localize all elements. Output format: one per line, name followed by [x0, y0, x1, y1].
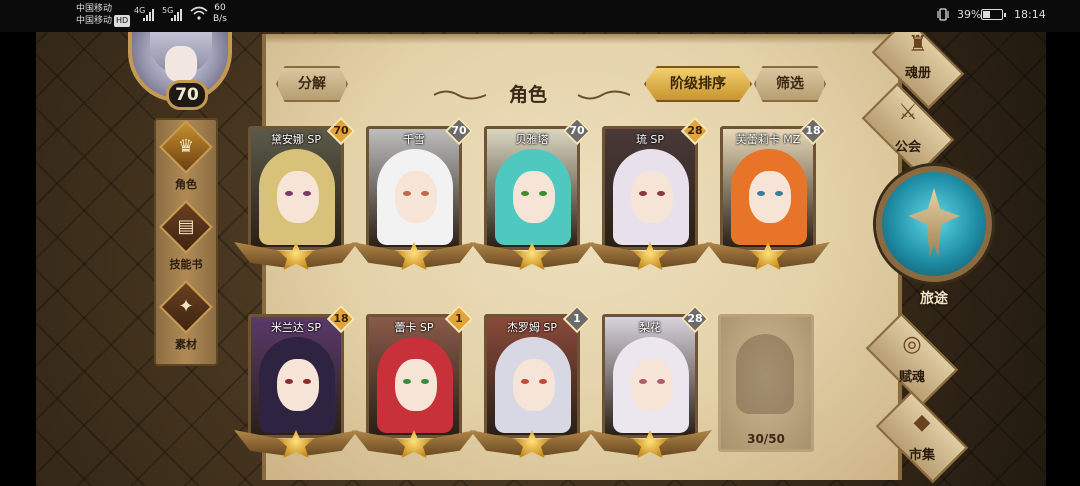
character-level-badge: 70 [444, 116, 474, 146]
nav-label: 角色 [175, 178, 197, 191]
signal-icon [171, 9, 185, 21]
soul-book-button[interactable]: ♜ 魂册 [862, 32, 974, 110]
character-card[interactable]: 贝雅塔 70 [470, 116, 594, 276]
character-count: 30/50 [747, 432, 785, 446]
rank-crest-icon [352, 238, 476, 276]
spiral-icon: ◎ [902, 332, 922, 357]
character-card[interactable]: 芙蕾莉卡 MZ 18 [706, 116, 830, 276]
filter-button[interactable]: 筛选 [754, 66, 826, 102]
player-level: 70 [166, 80, 208, 110]
ornament-right [577, 90, 631, 100]
character-level: 1 [573, 312, 581, 325]
character-level: 1 [455, 312, 463, 325]
character-portrait: 千雪 [366, 126, 462, 250]
nav-item-materials[interactable]: ✦ 素材 [156, 280, 216, 356]
guild-label: 公会 [894, 140, 921, 155]
signal-icon [143, 9, 157, 21]
soul-book-icon: ♜ [908, 32, 928, 57]
character-level-badge: 70 [562, 116, 592, 146]
clock: 18:14 [1014, 8, 1046, 21]
character-level-badge: 18 [798, 116, 828, 146]
character-card[interactable]: 蕾卡 SP 1 [352, 304, 476, 464]
nav-item-skill-books[interactable]: ▤ 技能书 [156, 200, 216, 276]
carrier-info: 中国移动 中国移动 HD [76, 3, 131, 27]
game-screen: 70 ♛ 角色 ▤ 技能书 ✦ 素材 分解 角色 阶级排序 筛选 黛安娜 SP 7… [36, 32, 1046, 486]
net-speed: 60 B/s [213, 3, 227, 25]
character-portrait: 杰罗姆 SP [484, 314, 580, 438]
character-level: 28 [687, 312, 703, 325]
net-speed-unit: B/s [213, 14, 227, 24]
character-level-badge: 28 [680, 304, 710, 334]
material-icon: ✦ [178, 296, 194, 317]
rank-crest-icon [706, 238, 830, 276]
character-level: 70 [451, 124, 467, 137]
skill-book-icon: ▤ [177, 216, 195, 237]
vibrate-icon [937, 8, 949, 21]
character-portrait: 米兰达 SP [248, 314, 344, 438]
carrier-label-1: 中国移动 [76, 4, 113, 14]
rank-sort-button[interactable]: 阶级排序 [644, 66, 752, 102]
nav-label: 素材 [175, 338, 197, 351]
market-label: 市集 [908, 448, 935, 463]
character-level-badge: 1 [562, 304, 592, 334]
net-speed-value: 60 [214, 3, 226, 13]
rank-crest-icon [352, 426, 476, 464]
character-card[interactable]: 黛安娜 SP 70 [234, 116, 358, 276]
character-level-badge: 70 [326, 116, 356, 146]
character-level: 28 [687, 124, 703, 137]
battery-percent: 39% [957, 8, 982, 21]
page-title: 角色 [508, 84, 547, 106]
battery-icon [981, 9, 1006, 20]
nav-item-characters[interactable]: ♛ 角色 [156, 120, 216, 196]
character-crest-icon: ♛ [177, 136, 195, 157]
character-card[interactable]: 米兰达 SP 18 [234, 304, 358, 464]
character-level: 70 [333, 124, 349, 137]
character-portrait: 蕾卡 SP [366, 314, 462, 438]
character-portrait: 琉 SP [602, 126, 698, 250]
carrier-label-2: 中国移动 [76, 16, 113, 26]
character-level: 18 [333, 312, 349, 325]
guild-icon: ⚔ [898, 100, 918, 125]
soul-book-label: 魂册 [904, 66, 931, 81]
character-portrait: 贝雅塔 [484, 126, 580, 250]
rank-crest-icon [234, 238, 358, 276]
hd-badge: HD [114, 15, 131, 27]
market-button[interactable]: ◆ 市集 [866, 390, 978, 484]
character-level-badge: 18 [326, 304, 356, 334]
character-portrait: 梨花 [602, 314, 698, 438]
character-card[interactable]: 千雪 70 [352, 116, 476, 276]
journey-label: 旅途 [920, 291, 948, 307]
empty-character-slot: 30/50 [718, 314, 814, 464]
character-portrait: 黛安娜 SP [248, 126, 344, 250]
gem-icon: ◆ [913, 410, 931, 435]
character-card[interactable]: 梨花 28 [588, 304, 712, 464]
ornament-left [433, 90, 487, 100]
rank-crest-icon [470, 238, 594, 276]
rank-crest-icon [588, 426, 712, 464]
endow-soul-label: 赋魂 [898, 370, 925, 385]
guild-button[interactable]: ⚔ 公会 [852, 82, 964, 176]
nav-label: 技能书 [169, 258, 203, 271]
rank-crest-icon [234, 426, 358, 464]
journey-button[interactable]: 旅途 [872, 158, 996, 318]
rank-crest-icon [588, 238, 712, 276]
character-level: 18 [805, 124, 821, 137]
character-level: 70 [569, 124, 585, 137]
decompose-button[interactable]: 分解 [276, 66, 348, 102]
silhouette-portrait [736, 334, 794, 414]
character-card[interactable]: 琉 SP 28 [588, 116, 712, 276]
character-portrait: 芙蕾莉卡 MZ [720, 126, 816, 250]
character-card[interactable]: 杰罗姆 SP 1 [470, 304, 594, 464]
character-level-badge: 1 [444, 304, 474, 334]
endow-soul-button[interactable]: ◎ 赋魂 [856, 312, 968, 406]
wifi-icon [190, 6, 208, 20]
rank-crest-icon [470, 426, 594, 464]
left-nav: ♛ 角色 ▤ 技能书 ✦ 素材 [154, 118, 218, 366]
character-level-badge: 28 [680, 116, 710, 146]
status-bar: 中国移动 中国移动 HD 4G 5G 60 B/s 39% 18:14 [0, 0, 1080, 32]
